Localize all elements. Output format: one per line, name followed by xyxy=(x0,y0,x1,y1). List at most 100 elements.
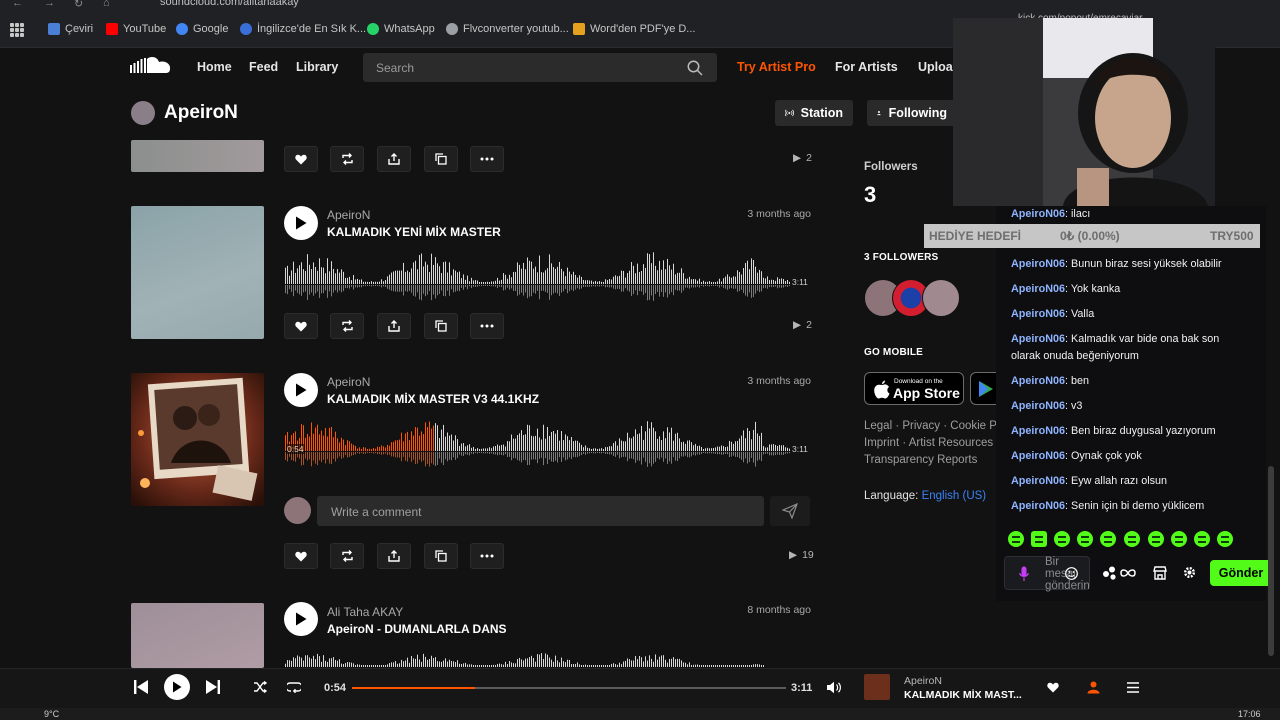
chat-username[interactable]: ApeiroN06 xyxy=(1011,375,1065,387)
bookmark-word-pdf[interactable]: Word'den PDF'ye D... xyxy=(573,23,695,35)
waveform[interactable] xyxy=(285,648,765,668)
emote-icon[interactable] xyxy=(1077,531,1093,547)
track-artwork[interactable] xyxy=(131,206,264,339)
emote-icon[interactable] xyxy=(1100,531,1116,547)
transparency-reports-link[interactable]: Transparency Reports xyxy=(864,454,977,466)
bookmark-whatsapp[interactable]: WhatsApp xyxy=(367,23,435,35)
track-title[interactable]: KALMADIK YENİ MİX MASTER xyxy=(327,225,501,239)
shuffle-icon[interactable] xyxy=(253,681,267,693)
emote-icon[interactable] xyxy=(1054,531,1070,547)
emote-icon[interactable] xyxy=(1031,531,1047,547)
try-artist-pro-link[interactable]: Try Artist Pro xyxy=(737,60,816,74)
back-icon[interactable]: ← xyxy=(12,0,23,9)
weather-temp[interactable]: 9°C xyxy=(44,709,59,719)
chat-username[interactable]: ApeiroN06 xyxy=(1011,500,1065,512)
track-title[interactable]: KALMADIK MİX MASTER V3 44.1KHZ xyxy=(327,392,539,406)
now-playing-artist[interactable]: ApeiroN xyxy=(904,675,942,687)
more-button[interactable] xyxy=(470,313,504,339)
comment-input[interactable]: Write a comment xyxy=(317,496,764,526)
chat-username[interactable]: ApeiroN06 xyxy=(1011,400,1065,412)
points-icon[interactable] xyxy=(1102,566,1118,580)
soundcloud-logo-icon[interactable] xyxy=(130,56,172,76)
settings-gear-icon[interactable] xyxy=(1183,566,1196,579)
now-playing-title[interactable]: KALMADIK MİX MAST... xyxy=(904,689,1022,701)
microphone-icon[interactable] xyxy=(1019,566,1029,582)
more-button[interactable] xyxy=(470,146,504,172)
profile-avatar[interactable] xyxy=(131,101,155,125)
now-playing-artwork[interactable] xyxy=(864,674,890,700)
chat-send-button[interactable]: Gönder xyxy=(1210,560,1272,586)
app-store-button[interactable]: Download on the App Store xyxy=(864,372,964,405)
bookmark-ceviri[interactable]: Çeviri xyxy=(48,23,93,35)
waveform[interactable] xyxy=(285,250,810,302)
share-button[interactable] xyxy=(377,313,411,339)
taskbar-clock[interactable]: 17:06 xyxy=(1238,709,1261,719)
waveform[interactable] xyxy=(285,417,810,469)
repost-button[interactable] xyxy=(330,543,364,569)
track-artwork[interactable] xyxy=(131,603,264,668)
chat-username[interactable]: ApeiroN06 xyxy=(1011,450,1065,462)
footer-links-2[interactable]: Imprint · Artist Resources xyxy=(864,437,993,449)
emote-icon[interactable] xyxy=(1171,531,1187,547)
nav-library[interactable]: Library xyxy=(296,60,338,74)
google-play-button[interactable] xyxy=(970,372,996,405)
station-button[interactable]: Station xyxy=(775,100,853,126)
track-artwork[interactable] xyxy=(131,373,264,506)
repeat-icon[interactable] xyxy=(287,681,301,693)
chat-message-input[interactable]: Bir mesaj gönderin xyxy=(1004,556,1090,592)
track-artist[interactable]: ApeiroN xyxy=(327,375,370,389)
like-button[interactable] xyxy=(284,543,318,569)
heart-icon[interactable] xyxy=(1047,682,1059,693)
home-icon[interactable]: ⌂ xyxy=(103,0,110,9)
copy-link-button[interactable] xyxy=(424,146,458,172)
language-selector[interactable]: Language: English (US) xyxy=(864,490,986,502)
infinity-icon[interactable] xyxy=(1120,567,1136,579)
url-text[interactable]: soundcloud.com/alitahaakay xyxy=(160,0,299,8)
store-icon[interactable] xyxy=(1153,566,1167,580)
track-title[interactable]: ApeiroN - DUMANLARLA DANS xyxy=(327,622,507,636)
copy-link-button[interactable] xyxy=(424,543,458,569)
footer-links-1[interactable]: Legal · Privacy · Cookie Po xyxy=(864,420,1003,432)
like-button[interactable] xyxy=(284,313,318,339)
following-button[interactable]: Following xyxy=(867,100,957,126)
followers-label[interactable]: Followers xyxy=(864,161,918,173)
emote-icon[interactable] xyxy=(1124,531,1140,547)
player-play-button[interactable] xyxy=(164,674,190,700)
play-button[interactable] xyxy=(284,373,318,407)
previous-track-icon[interactable] xyxy=(133,678,149,696)
nav-home[interactable]: Home xyxy=(197,60,232,74)
follower-avatar[interactable] xyxy=(922,279,960,317)
follow-user-icon[interactable] xyxy=(1087,681,1100,694)
followers-count[interactable]: 3 xyxy=(864,182,876,208)
chat-username[interactable]: ApeiroN06 xyxy=(1011,475,1065,487)
chat-username[interactable]: ApeiroN06 xyxy=(1011,258,1065,270)
chat-username[interactable]: ApeiroN06 xyxy=(1011,308,1065,320)
language-value[interactable]: English (US) xyxy=(922,490,987,502)
next-track-icon[interactable] xyxy=(205,678,221,696)
chat-username[interactable]: ApeiroN06 xyxy=(1011,425,1065,437)
reload-icon[interactable]: ↻ xyxy=(74,0,83,10)
page-scrollbar[interactable] xyxy=(1268,466,1274,656)
track-artwork[interactable] xyxy=(131,140,264,172)
bookmark-flvconverter[interactable]: Flvconverter youtub... xyxy=(446,23,569,35)
like-button[interactable] xyxy=(284,146,318,172)
chat-username[interactable]: ApeiroN06 xyxy=(1011,208,1065,220)
bookmark-google[interactable]: Google xyxy=(176,23,228,35)
forward-icon[interactable]: → xyxy=(44,0,55,9)
chat-username[interactable]: ApeiroN06 xyxy=(1011,283,1065,295)
repost-button[interactable] xyxy=(330,146,364,172)
bookmark-youtube[interactable]: YouTube xyxy=(106,23,166,35)
repost-button[interactable] xyxy=(330,313,364,339)
track-artist[interactable]: ApeiroN xyxy=(327,208,370,222)
search-icon[interactable] xyxy=(687,60,703,76)
copy-link-button[interactable] xyxy=(424,313,458,339)
playback-progress-bar[interactable] xyxy=(352,687,786,689)
emote-icon[interactable] xyxy=(1194,531,1210,547)
for-artists-link[interactable]: For Artists xyxy=(835,60,898,74)
emote-icon[interactable] xyxy=(1217,531,1233,547)
search-input[interactable]: Search xyxy=(363,53,717,82)
nav-feed[interactable]: Feed xyxy=(249,60,278,74)
share-button[interactable] xyxy=(377,146,411,172)
more-button[interactable] xyxy=(470,543,504,569)
send-comment-button[interactable] xyxy=(770,496,810,526)
